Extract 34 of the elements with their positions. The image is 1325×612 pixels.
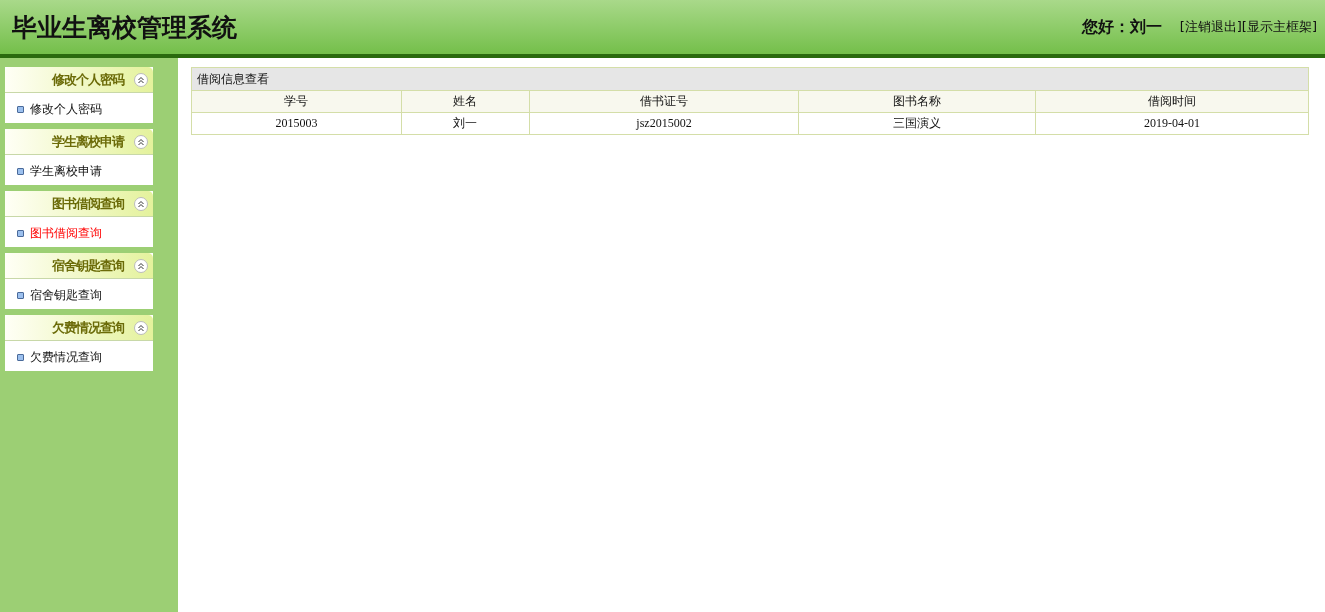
bullet-icon <box>17 167 24 175</box>
bullet-icon <box>17 353 24 361</box>
collapse-icon[interactable] <box>134 134 148 149</box>
column-header: 借阅时间 <box>1035 90 1309 113</box>
collapse-icon[interactable] <box>134 196 148 211</box>
collapse-icon[interactable] <box>134 72 148 87</box>
panel-header[interactable]: 修改个人密码 <box>5 67 153 93</box>
collapse-icon[interactable] <box>134 320 148 335</box>
column-header: 学号 <box>191 90 402 113</box>
panel-header[interactable]: 宿舍钥匙查询 <box>5 253 153 279</box>
bullet-icon <box>17 105 24 113</box>
bullet-icon <box>17 229 24 237</box>
menu-link[interactable]: 宿舍钥匙查询 <box>30 286 102 304</box>
collapse-icon[interactable] <box>134 258 148 273</box>
table-cell: 三国演义 <box>798 112 1036 135</box>
table-cell: jsz2015002 <box>529 112 799 135</box>
menu-link[interactable]: 图书借阅查询 <box>30 224 102 242</box>
panel-header[interactable]: 图书借阅查询 <box>5 191 153 217</box>
bullet-icon <box>17 291 24 299</box>
panel-header[interactable]: 学生离校申请 <box>5 129 153 155</box>
column-header: 图书名称 <box>798 90 1036 113</box>
menu-link[interactable]: 修改个人密码 <box>30 100 102 118</box>
menu-link[interactable]: 学生离校申请 <box>30 162 102 180</box>
panel-header[interactable]: 欠费情况查询 <box>5 315 153 341</box>
header-link[interactable]: [注销退出] <box>1179 19 1242 34</box>
menu-link[interactable]: 欠费情况查询 <box>30 348 102 366</box>
header-link[interactable]: [显示主框架] <box>1241 19 1317 34</box>
app-title: 毕业生离校管理系统 <box>12 11 237 44</box>
table-cell: 刘一 <box>401 112 530 135</box>
table-cell: 2015003 <box>191 112 402 135</box>
table-caption: 借阅信息查看 <box>191 67 1309 91</box>
column-header: 借书证号 <box>529 90 799 113</box>
table-cell: 2019-04-01 <box>1035 112 1309 135</box>
greeting-text: 您好：刘一 <box>1081 16 1162 38</box>
